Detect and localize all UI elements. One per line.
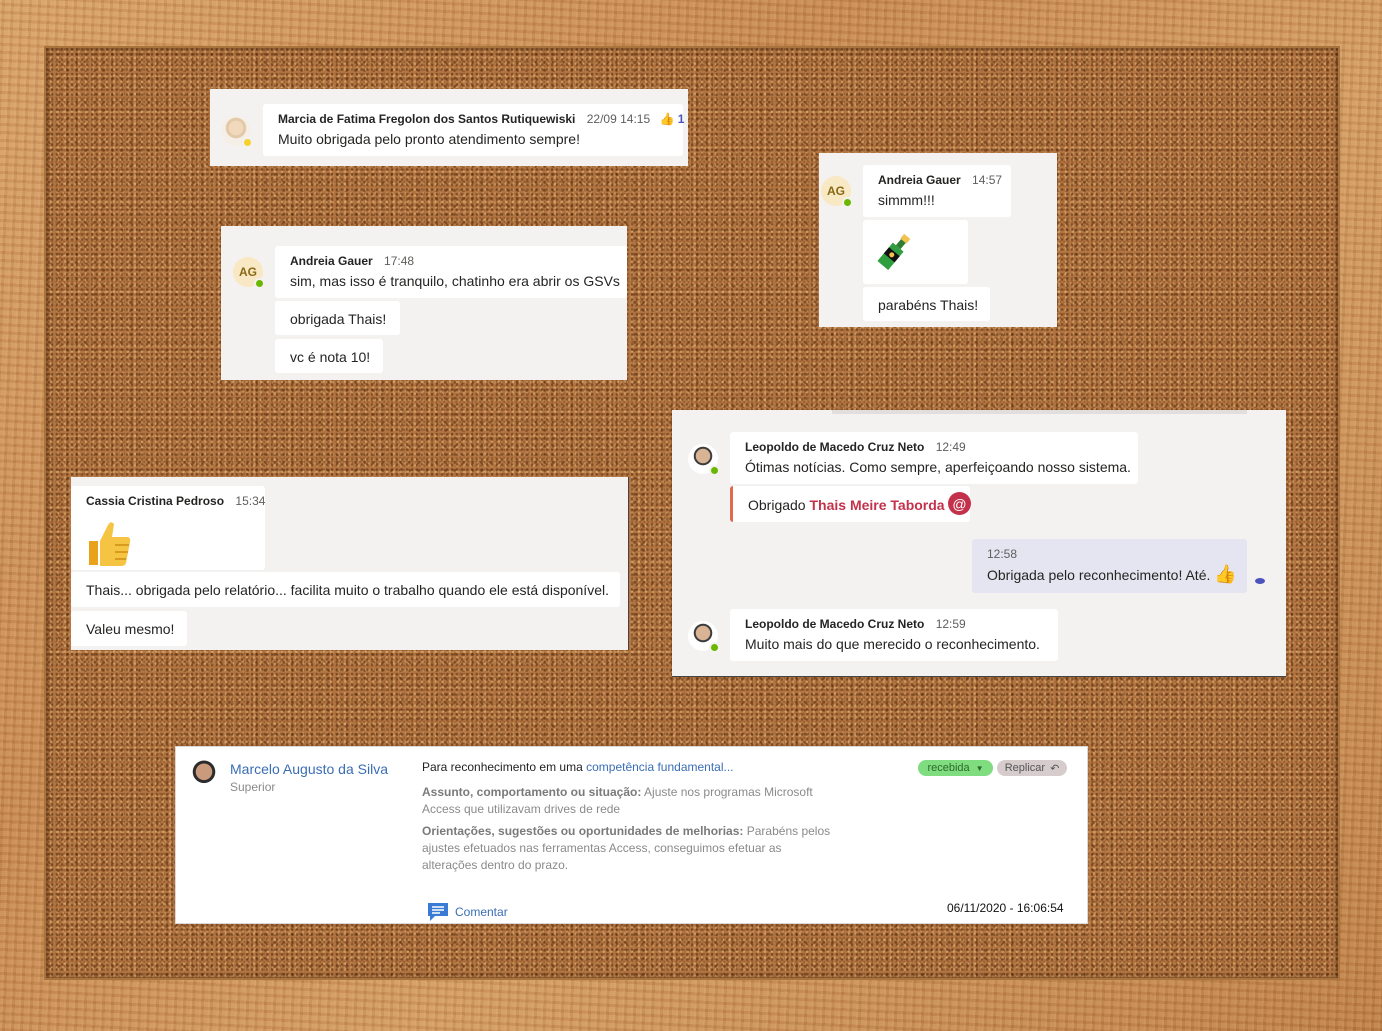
author-name: Andreia Gauer	[290, 254, 373, 268]
message-text: Muito obrigada pelo pronto atendimento s…	[278, 131, 580, 147]
recognition-panel: Marcelo Augusto da Silva Superior Para r…	[175, 746, 1088, 924]
message-text: parabéns Thais!	[878, 297, 979, 313]
reply-label: Replicar	[1004, 762, 1046, 774]
thumbs-up-icon: 👍	[659, 112, 675, 126]
message-bubble[interactable]: Leopoldo de Macedo Cruz Neto 12:59 Muito…	[730, 609, 1058, 661]
message-text: Muito mais do que merecido o reconhecime…	[745, 636, 1040, 652]
caret-down-icon: ▼	[975, 763, 984, 773]
message-bubble[interactable]: Leopoldo de Macedo Cruz Neto 12:49 Ótima…	[730, 432, 1138, 484]
message-bubble[interactable]: vc é nota 10!	[275, 339, 383, 373]
comment-button[interactable]: Comentar	[427, 902, 508, 922]
author-name: Marcia de Fatima Fregolon dos Santos Rut…	[278, 112, 576, 126]
author-name: Leopoldo de Macedo Cruz Neto	[745, 617, 925, 631]
chat-card-cassia: Cassia Cristina Pedroso 15:34 Thais... o…	[71, 477, 629, 650]
author-name: Andreia Gauer	[878, 173, 961, 187]
message-time: 12:58	[987, 547, 1018, 561]
like-reaction[interactable]: 👍 1	[659, 112, 684, 126]
message-bubble[interactable]: obrigada Thais!	[275, 301, 400, 335]
mention[interactable]: Thais Meire Taborda	[809, 497, 944, 513]
recognition-intro: Para reconhecimento em uma	[422, 760, 583, 774]
message-time: 12:59	[935, 617, 966, 631]
status-available-icon	[842, 197, 853, 208]
thumbs-up-icon	[89, 522, 131, 566]
message-text: obrigada Thais!	[290, 311, 387, 327]
status-label: recebida	[927, 762, 970, 774]
subject-text: Ajuste nos programas Microsoft	[644, 785, 813, 799]
reply-arrow-icon: ↶	[1050, 762, 1060, 775]
guidance-text: Parabéns pelos	[746, 824, 831, 838]
message-bubble[interactable]: Andreia Gauer 17:48 sim, mas isso é tran…	[275, 246, 627, 298]
avatar[interactable]	[688, 444, 720, 476]
message-text: sim, mas isso é tranquilo, chatinho era …	[290, 273, 620, 289]
message-bubble[interactable]: Andreia Gauer 14:57 simmm!!!	[863, 165, 1011, 217]
message-time: 12:49	[935, 440, 966, 454]
comment-label: Comentar	[455, 905, 508, 919]
message-text: Thais... obrigada pelo relatório... faci…	[86, 582, 609, 598]
recognition-datetime: 06/11/2020 - 16:06:54	[947, 901, 1064, 915]
subject-label: Assunto, comportamento ou situação:	[422, 785, 642, 799]
champagne-bottle-icon	[877, 233, 911, 271]
chat-card-leopoldo: Leopoldo de Macedo Cruz Neto 12:49 Ótima…	[672, 410, 1286, 677]
mention-message-bubble[interactable]: Obrigado Thais Meire Taborda @	[730, 486, 971, 522]
avatar[interactable]	[688, 621, 720, 653]
guidance-text-3: alterações dentro do prazo.	[422, 858, 569, 872]
subject-text-2: Access que utilizavam drives de rede	[422, 802, 621, 816]
message-text: Valeu mesmo!	[86, 621, 175, 637]
status-away-icon	[242, 137, 253, 148]
status-available-icon	[709, 642, 720, 653]
message-bubble[interactable]: Valeu mesmo!	[71, 611, 187, 646]
author-name: Leopoldo de Macedo Cruz Neto	[745, 440, 925, 454]
status-dropdown[interactable]: recebida ▼	[918, 760, 993, 776]
message-bubble[interactable]: Marcia de Fatima Fregolon dos Santos Rut…	[263, 104, 684, 156]
sender-role: Superior	[230, 780, 276, 794]
avatar[interactable]: AG	[821, 176, 853, 208]
reaction-count: 1	[677, 112, 685, 126]
message-time: 15:34	[235, 494, 266, 508]
avatar[interactable]: AG	[233, 257, 265, 289]
competency-link[interactable]: competência fundamental...	[586, 760, 733, 774]
message-bubble[interactable]: Cassia Cristina Pedroso 15:34	[71, 486, 265, 570]
guidance-text-2: ajustes efetuados nas ferramentas Access…	[422, 841, 782, 855]
chat-card-andreia-1: AG Andreia Gauer 14:57 simmm!!! parabéns…	[819, 153, 1057, 327]
avatar[interactable]	[221, 116, 253, 148]
chat-card-andreia-2: AG Andreia Gauer 17:48 sim, mas isso é t…	[221, 226, 627, 380]
message-text: Obrigado	[748, 497, 806, 513]
message-time: 17:48	[384, 254, 415, 268]
chat-card-marcia: Marcia de Fatima Fregolon dos Santos Rut…	[210, 89, 688, 166]
read-receipt-eye-icon	[1255, 578, 1265, 584]
thumbs-up-icon: 👍	[1214, 564, 1237, 584]
scroll-indicator	[832, 410, 1247, 414]
at-mention-icon: @	[948, 492, 971, 515]
sticker-bubble[interactable]	[863, 220, 968, 284]
avatar-initials: AG	[827, 184, 845, 198]
sender-photo[interactable]	[188, 759, 220, 791]
comment-icon	[428, 903, 448, 921]
sender-name[interactable]: Marcelo Augusto da Silva	[230, 761, 388, 777]
author-name: Cassia Cristina Pedroso	[86, 494, 225, 508]
message-bubble[interactable]: parabéns Thais!	[863, 287, 990, 321]
reply-button[interactable]: Replicar ↶	[997, 760, 1067, 776]
guidance-label: Orientações, sugestões ou oportunidades …	[422, 824, 744, 838]
message-text: simmm!!!	[878, 192, 935, 208]
status-available-icon	[254, 278, 265, 289]
status-available-icon	[709, 465, 720, 476]
avatar-initials: AG	[239, 265, 257, 279]
message-text: Ótimas notícias. Como sempre, aperfeiçoa…	[745, 459, 1131, 475]
message-bubble[interactable]: Thais... obrigada pelo relatório... faci…	[71, 572, 620, 607]
message-text: vc é nota 10!	[290, 349, 371, 365]
message-time: 14:57	[972, 173, 1003, 187]
message-text: Obrigada pelo reconhecimento! Até.	[987, 567, 1211, 583]
message-time: 22/09 14:15	[586, 112, 651, 126]
own-message-bubble[interactable]: 12:58 Obrigada pelo reconhecimento! Até.…	[972, 539, 1247, 593]
